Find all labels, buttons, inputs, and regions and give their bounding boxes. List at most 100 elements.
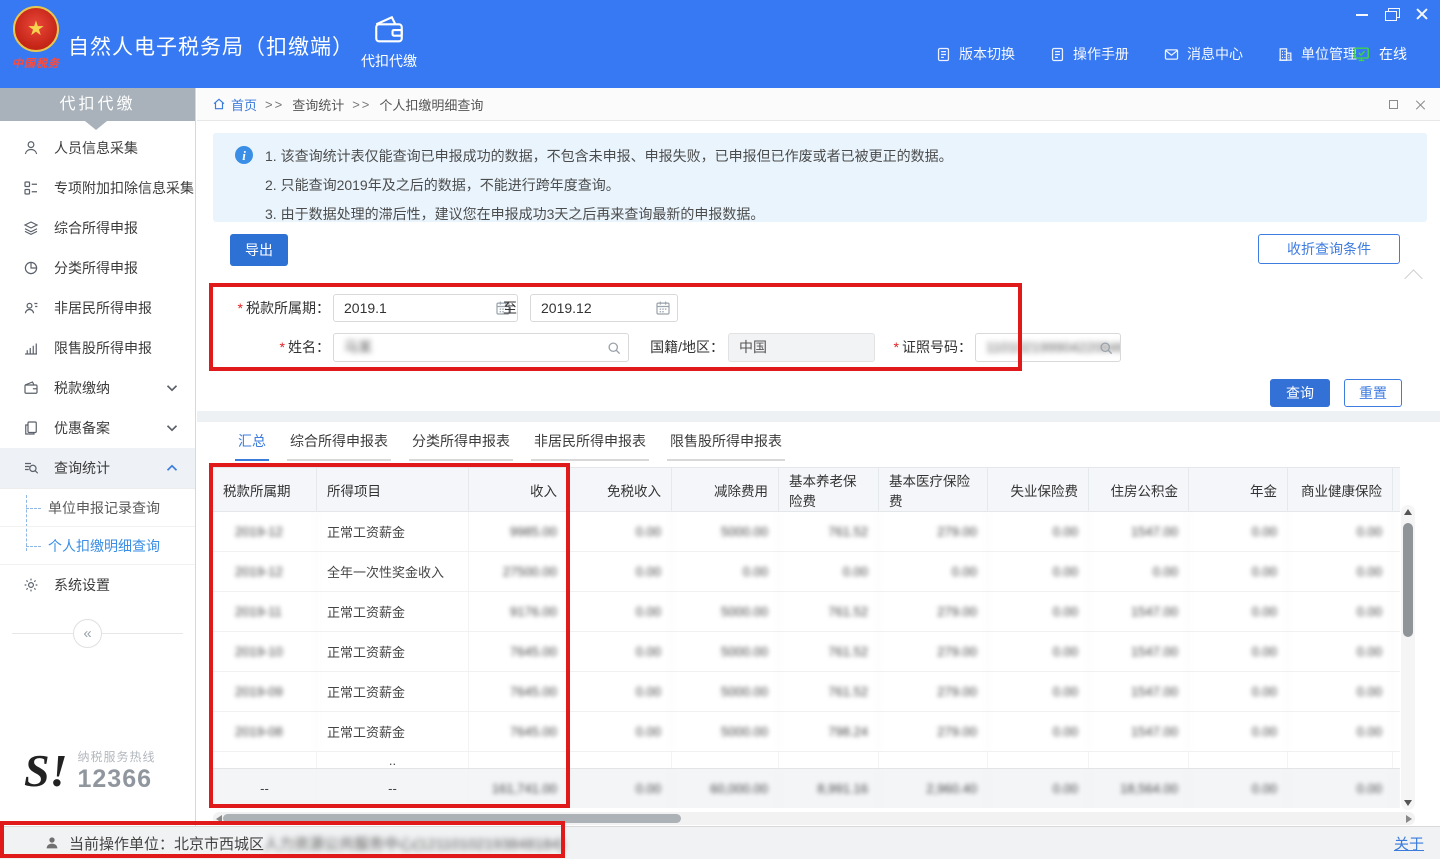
table-cell: 2019-11 xyxy=(213,592,317,631)
window-close-button[interactable] xyxy=(1414,7,1430,21)
period-from-input[interactable]: 2019.1 xyxy=(333,294,518,322)
name-input[interactable]: 马某 xyxy=(333,333,629,362)
table-cell: 0.00 xyxy=(988,632,1089,671)
sidebar-item-restricted-stock[interactable]: 限售股所得申报 xyxy=(0,328,195,368)
sidebar-collapse-button[interactable]: « xyxy=(73,619,102,648)
table-cell: 2019-08 xyxy=(213,712,317,751)
breadcrumb-level2: 个人扣缴明细查询 xyxy=(379,95,483,114)
query-button[interactable]: 查询 xyxy=(1270,379,1330,407)
person-icon xyxy=(44,835,60,851)
id-number-label: *证照号码： xyxy=(882,333,972,362)
tab-classified-income[interactable]: 分类所得申报表 xyxy=(409,429,513,461)
vertical-scrollbar[interactable] xyxy=(1401,505,1415,810)
table-cell: 2019-10 xyxy=(213,632,317,671)
current-unit-blurred: 人力资源公共服务中心(12110102193848184) xyxy=(264,833,565,854)
table-cell xyxy=(879,752,988,768)
table-cell: 0.00 xyxy=(1089,552,1189,591)
table-row[interactable]: 2019-10正常工资薪金7645.000.005000.00761.52279… xyxy=(213,632,1400,672)
table-cell: 7645.00 xyxy=(469,712,568,751)
table-row[interactable]: 2019-08正常工资薪金7645.000.005000.00798.24279… xyxy=(213,712,1400,752)
period-from-value: 2019.1 xyxy=(344,300,387,316)
sidebar-subitem-unit-declaration-query[interactable]: 单位申报记录查询 xyxy=(0,489,195,527)
export-button[interactable]: 导出 xyxy=(230,234,288,266)
tab-nonresident-income[interactable]: 非居民所得申报表 xyxy=(531,429,649,461)
sidebar-collapse-row: « xyxy=(0,615,195,653)
sidebar-item-label: 综合所得申报 xyxy=(54,218,138,238)
notice-line: 2. 只能查询2019年及之后的数据，不能进行跨年度查询。 xyxy=(265,171,1427,200)
version-switch-link[interactable]: 版本切换 xyxy=(935,44,1015,64)
table-cell: 279.00 xyxy=(879,632,988,671)
tab-comprehensive-income[interactable]: 综合所得申报表 xyxy=(287,429,391,461)
table-cell: 8,991.16 xyxy=(779,769,879,808)
reset-button[interactable]: 重置 xyxy=(1344,379,1402,407)
documents-icon xyxy=(22,419,40,437)
search-icon[interactable] xyxy=(1097,339,1115,357)
scroll-down-arrow[interactable] xyxy=(1404,800,1412,806)
table-cell: 0.00 xyxy=(568,592,672,631)
table-cell: 161,741.00 xyxy=(469,769,568,808)
table-cell xyxy=(1288,752,1393,768)
bar-chart-icon xyxy=(22,339,40,357)
sidebar-item-special-deduction[interactable]: 专项附加扣除信息采集 xyxy=(0,168,195,208)
scroll-right-arrow[interactable] xyxy=(1406,815,1412,823)
id-number-input[interactable]: 110102199904220846 xyxy=(975,333,1121,362)
table-cell: 5000.00 xyxy=(672,712,779,751)
unit-management-link[interactable]: 单位管理 xyxy=(1277,44,1357,64)
column-header: 税款所属期 xyxy=(213,468,317,511)
table-row[interactable]: 2019-12正常工资薪金9985.000.005000.00761.52279… xyxy=(213,512,1400,552)
sidebar-item-tax-payment[interactable]: 税款缴纳 xyxy=(0,368,195,408)
tab-summary[interactable]: 汇总 xyxy=(235,429,269,461)
table-cell: 279.00 xyxy=(879,712,988,751)
table-cell: 0.00 xyxy=(879,552,988,591)
table-cell: 0.00 xyxy=(1393,769,1400,808)
panel-maximize-button[interactable] xyxy=(1389,100,1398,109)
manual-link[interactable]: 操作手册 xyxy=(1049,44,1129,64)
tax-emblem-logo: ★ 中国税务 xyxy=(10,6,62,84)
search-icon[interactable] xyxy=(605,339,623,357)
horizontal-scroll-thumb[interactable] xyxy=(223,814,681,823)
sidebar-item-nonresident-income[interactable]: 非居民所得申报 xyxy=(0,288,195,328)
message-center-link[interactable]: 消息中心 xyxy=(1163,44,1243,64)
window-restore-button[interactable] xyxy=(1384,7,1400,21)
about-link[interactable]: 关于 xyxy=(1394,833,1424,854)
result-table: 税款所属期所得项目收入免税收入减除费用基本养老保险费基本医疗保险费失业保险费住房… xyxy=(213,467,1400,808)
table-cell xyxy=(568,752,672,768)
table-cell: 0.00 xyxy=(1288,712,1393,751)
sidebar-item-preferential-filing[interactable]: 优惠备案 xyxy=(0,408,195,448)
table-row[interactable]: 2019-09正常工资薪金7645.000.005000.00761.52279… xyxy=(213,672,1400,712)
sidebar-item-classified-income[interactable]: 分类所得申报 xyxy=(0,248,195,288)
panel-close-button[interactable] xyxy=(1415,99,1427,111)
emblem-script-text: 中国税务 xyxy=(10,55,62,71)
period-to-input[interactable]: 2019.12 xyxy=(530,294,678,322)
vertical-scroll-thumb[interactable] xyxy=(1403,523,1413,637)
sidebar-item-query-statistics[interactable]: 查询统计 xyxy=(0,448,195,488)
collapse-query-conditions-button[interactable]: 收折查询条件 xyxy=(1258,234,1400,264)
sidebar-item-comprehensive-income[interactable]: 综合所得申报 xyxy=(0,208,195,248)
horizontal-scrollbar[interactable] xyxy=(213,812,1415,825)
sidebar-item-personnel-info[interactable]: 人员信息采集 xyxy=(0,128,195,168)
hotline-number: 12366 xyxy=(77,765,155,794)
module-tab-withholding[interactable]: 代扣代缴 xyxy=(347,11,431,81)
sidebar-item-system-settings[interactable]: 系统设置 xyxy=(0,565,195,605)
envelope-icon xyxy=(1163,46,1180,63)
table-cell: 0.00 xyxy=(988,592,1089,631)
table-row[interactable]: 2019-11正常工资薪金9176.000.005000.00761.52279… xyxy=(213,592,1400,632)
calendar-icon[interactable] xyxy=(654,299,672,317)
window-minimize-button[interactable] xyxy=(1354,7,1370,21)
table-cell: 0.00 xyxy=(1189,769,1288,808)
scroll-left-arrow[interactable] xyxy=(216,815,222,823)
column-header: 基本医疗保险费 xyxy=(879,468,988,511)
sidebar-subitem-personal-withholding-query[interactable]: 个人扣缴明细查询 xyxy=(0,527,195,565)
table-row-clipped[interactable]: .. xyxy=(213,752,1400,768)
table-row[interactable]: 2019-12全年一次性奖金收入27500.000.000.000.000.00… xyxy=(213,552,1400,592)
sidebar: 代扣代缴 人员信息采集 专项附加扣除信息采集 综合所得申报 分类所得申报 非居民… xyxy=(0,88,196,826)
breadcrumb-home[interactable]: 首页 xyxy=(212,95,257,114)
statusbar: 当前操作单位：北京市西城区 人力资源公共服务中心(121101021938481… xyxy=(0,826,1440,859)
table-cell: 0.00 xyxy=(1288,632,1393,671)
table-cell: 1547.00 xyxy=(1089,712,1189,751)
tab-restricted-stock[interactable]: 限售股所得申报表 xyxy=(667,429,785,461)
star-icon: ★ xyxy=(27,19,45,39)
breadcrumb-separator: >> xyxy=(265,97,284,112)
scroll-up-arrow[interactable] xyxy=(1404,509,1412,515)
chevron-down-icon xyxy=(163,419,181,437)
